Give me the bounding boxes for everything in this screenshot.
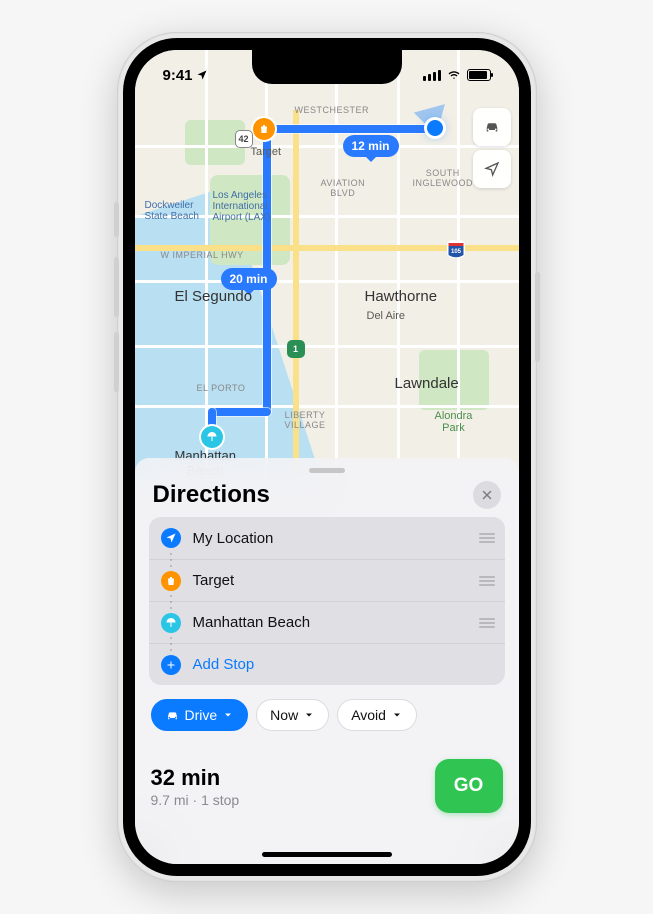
depart-now-chip[interactable]: Now [256,699,329,731]
label-westchester: WESTCHESTER [295,105,370,115]
eta-bubble-1[interactable]: 12 min [343,135,399,157]
chevron-down-icon [303,709,315,721]
umbrella-icon [161,613,181,633]
label-lawndale: Lawndale [395,375,459,392]
directions-sheet[interactable]: Directions My Location [135,458,519,864]
car-icon [483,118,501,136]
label-target: Target [251,146,282,158]
stop-row-target[interactable]: Target [149,559,505,601]
shield-ca1: 1 [287,340,305,358]
stop-row-manhattan-beach[interactable]: Manhattan Beach [149,601,505,643]
stops-card: My Location Target Man [149,517,505,685]
add-stop-label: Add Stop [193,656,495,673]
svg-text:105: 105 [450,249,461,255]
mode-drive-chip[interactable]: Drive [151,699,249,731]
reorder-handle[interactable] [479,576,495,586]
route-segment [208,408,271,416]
mode-row: Drive Now Avoid [149,699,505,731]
label-hawthorne: Hawthorne [365,288,438,305]
stop-label: Target [193,572,479,589]
route-segment [263,125,433,133]
eta-time: 32 min [151,765,240,791]
reorder-handle[interactable] [479,533,495,543]
chip-label: Avoid [351,707,386,723]
chevron-down-icon [222,709,234,721]
eta-detail: 9.7 mi · 1 stop [151,792,240,808]
shield-i105: 105 [447,240,465,258]
chevron-down-icon [391,709,403,721]
chip-label: Now [270,707,298,723]
label-dockweiler: Dockweiler State Beach [145,200,199,222]
label-el-porto: EL PORTO [197,383,246,393]
wifi-icon [446,69,462,81]
label-alondra: Alondra Park [435,410,473,434]
side-button-silence [114,202,119,237]
side-button-vol-down [114,332,119,392]
iphone-frame: 9:41 [117,32,537,882]
map-mode-button[interactable] [473,108,511,146]
avoid-chip[interactable]: Avoid [337,699,417,731]
pin-target[interactable] [253,118,275,140]
side-button-power [535,272,540,362]
sheet-title: Directions [153,481,270,509]
stop-label: Manhattan Beach [193,614,479,631]
label-liberty: LIBERTY VILLAGE [285,410,326,430]
screen: 9:41 [135,50,519,864]
close-icon [481,489,493,501]
bag-icon [161,571,181,591]
location-icon [161,528,181,548]
location-arrow-icon [484,161,500,177]
label-el-segundo: El Segundo [175,288,253,305]
side-button-vol-up [114,257,119,317]
chip-label: Drive [185,707,218,723]
reorder-handle[interactable] [479,618,495,628]
current-location-dot [427,120,443,136]
notch [252,50,402,84]
sheet-grabber[interactable] [309,468,345,473]
eta-bubble-2[interactable]: 20 min [221,268,277,290]
label-aviation: AVIATION BLVD [321,178,366,198]
battery-icon [467,69,491,81]
close-button[interactable] [473,481,501,509]
location-services-icon [196,69,208,81]
stop-label: My Location [193,530,479,547]
home-indicator[interactable] [262,852,392,857]
label-south-inglewood: SOUTH INGLEWOOD [413,168,474,188]
stop-row-my-location[interactable]: My Location [149,517,505,559]
add-stop-button[interactable]: Add Stop [149,643,505,685]
bag-icon [258,123,270,135]
plus-icon [161,655,181,675]
label-del-aire: Del Aire [367,310,406,322]
umbrella-icon [206,431,218,443]
pin-manhattan-beach[interactable] [201,426,223,448]
go-button[interactable]: GO [435,759,503,813]
summary-row: 32 min 9.7 mi · 1 stop GO [149,759,505,813]
status-time: 9:41 [163,67,193,84]
label-imperial: W IMPERIAL HWY [161,250,244,260]
car-icon [165,708,180,723]
go-label: GO [454,775,484,797]
label-lax: Los Angeles International Airport (LAX) [213,190,271,223]
map-canvas[interactable]: 12 min 20 min 42 1 105 WESTCHESTER SOUTH… [135,50,519,480]
cellular-signal-icon [423,70,441,81]
recenter-button[interactable] [473,150,511,188]
